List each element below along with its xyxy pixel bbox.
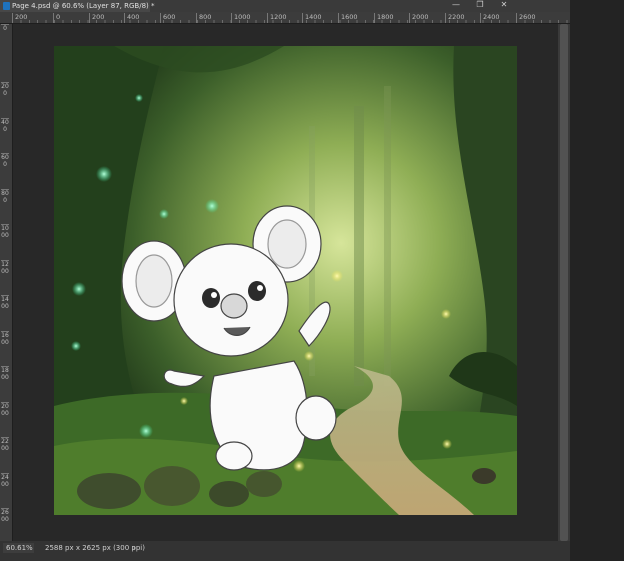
document-tab-bar: Page 4.psd @ 60.6% (Layer 87, RGB/8) * —… xyxy=(0,0,570,12)
ruler-v-label: 0 xyxy=(1,24,9,32)
ruler-v-label: 600 xyxy=(1,153,9,168)
ruler-v-label: 400 xyxy=(1,118,9,133)
ruler-h-label: 1600 xyxy=(338,13,358,23)
ruler-h-label: 2400 xyxy=(480,13,500,23)
scrollbar-thumb[interactable] xyxy=(560,24,568,541)
minimize-button[interactable]: — xyxy=(444,0,468,10)
ruler-h-label: 2600 xyxy=(516,13,536,23)
ruler-h-label: 2200 xyxy=(445,13,465,23)
close-button[interactable]: ✕ xyxy=(492,0,516,10)
vertical-scrollbar[interactable] xyxy=(558,24,570,541)
document-tab-title: Page 4.psd @ 60.6% (Layer 87, RGB/8) * xyxy=(12,2,155,10)
ruler-v-label: 1200 xyxy=(1,260,9,275)
ruler-h-label: 2000 xyxy=(409,13,429,23)
horizontal-ruler[interactable]: 200 0 200 400 600 800 1000 1200 1400 160… xyxy=(12,12,570,24)
ruler-h-label: 400 xyxy=(124,13,139,23)
ruler-h-label: 1800 xyxy=(374,13,394,23)
ruler-v-label: 800 xyxy=(1,189,9,204)
forest-koala-artwork xyxy=(54,46,517,515)
ruler-v-label: 2600 xyxy=(1,508,9,523)
status-bar: 60.61% 2588 px x 2625 px (300 ppi) › xyxy=(0,541,570,561)
ruler-v-label: 2000 xyxy=(1,402,9,417)
ruler-v-label: 1800 xyxy=(1,366,9,381)
ruler-h-label: 1000 xyxy=(231,13,251,23)
ruler-h-label: 0 xyxy=(53,13,60,23)
document-tab[interactable]: Page 4.psd @ 60.6% (Layer 87, RGB/8) * xyxy=(0,0,155,12)
document-info: 2588 px x 2625 px (300 ppi) xyxy=(45,544,145,552)
ruler-h-label: 1400 xyxy=(302,13,322,23)
ruler-h-label: 200 xyxy=(12,13,27,23)
document-canvas[interactable] xyxy=(54,46,517,515)
ruler-h-label: 1200 xyxy=(267,13,287,23)
ruler-v-label: 2200 xyxy=(1,437,9,452)
photoshop-document-icon xyxy=(3,2,10,10)
ruler-v-label: 200 xyxy=(1,82,9,97)
canvas-workspace[interactable] xyxy=(13,24,570,541)
ruler-v-label: 2400 xyxy=(1,473,9,488)
ruler-h-label: 200 xyxy=(89,13,104,23)
restore-button[interactable]: ❐ xyxy=(468,0,492,10)
ruler-v-label: 1000 xyxy=(1,224,9,239)
side-panel-edge xyxy=(570,0,624,561)
ruler-v-label: 1400 xyxy=(1,295,9,310)
status-menu-arrow-icon[interactable]: › xyxy=(133,543,136,553)
ruler-v-label: 1600 xyxy=(1,331,9,346)
zoom-level-field[interactable]: 60.61% xyxy=(3,543,34,553)
window-controls: — ❐ ✕ xyxy=(444,0,516,12)
vertical-ruler[interactable]: 0 200 400 600 800 1000 1200 1400 1600 18… xyxy=(0,24,13,541)
ruler-h-label: 600 xyxy=(160,13,175,23)
ruler-h-label: 800 xyxy=(196,13,211,23)
